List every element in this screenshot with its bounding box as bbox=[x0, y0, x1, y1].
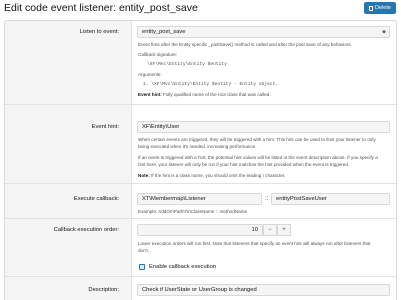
arguments-label: Arguments: bbox=[138, 72, 162, 77]
event-hint-note-bold: Note: bbox=[138, 173, 150, 178]
edit-listener-form: Listen to event: entity_post_save ◆ Even… bbox=[4, 20, 397, 300]
event-description: Event fires after the Entity specific _p… bbox=[138, 42, 352, 47]
signature-label: Callback signature: bbox=[138, 52, 178, 57]
event-hint-desc-2: being executed when it's needed, increas… bbox=[138, 144, 257, 149]
row-divider bbox=[5, 276, 396, 277]
event-hint-help-text: Fully qualified name of the root class t… bbox=[163, 92, 271, 97]
form-labels-column bbox=[5, 21, 132, 300]
event-hint-desc-4: hint here, your listener will only be ru… bbox=[138, 162, 350, 167]
event-hint-help-bold: Event hint: bbox=[138, 92, 162, 97]
argument-1: 1. \XF\Mvc\Entity\Entity $entity - Entit… bbox=[143, 82, 279, 87]
description-input[interactable]: Check if UserState or UserGroup is chang… bbox=[137, 284, 390, 296]
callback-example: Example: AddOn\Path\To\ClassName :: meth… bbox=[138, 209, 248, 214]
callback-class-input[interactable]: XT\Membermap\Listener bbox=[137, 193, 262, 205]
trash-icon bbox=[369, 5, 374, 11]
event-hint-desc-1: When certain events are triggered, they … bbox=[138, 137, 376, 142]
delete-button[interactable]: Delete bbox=[364, 2, 396, 14]
row-divider bbox=[5, 104, 396, 105]
callback-signature: \XF\Mvc\Entity\Entity $entity bbox=[147, 62, 227, 67]
execution-order-desc-2: don't. bbox=[138, 248, 150, 253]
event-hint-label: Event hint: bbox=[91, 124, 119, 130]
row-divider bbox=[5, 218, 396, 219]
description-label: Description: bbox=[88, 287, 119, 293]
callback-method-input[interactable]: entityPostSaveUser bbox=[271, 193, 390, 205]
execute-callback-label: Execute callback: bbox=[73, 196, 119, 202]
event-hint-input[interactable]: XF\Entity\User bbox=[137, 121, 390, 133]
page-title: Edit code event listener: entity_post_sa… bbox=[4, 2, 198, 14]
chevron-down-icon: ◆ bbox=[382, 29, 386, 35]
delete-button-label: Delete bbox=[375, 5, 391, 11]
event-hint-help: Event hint: Fully qualified name of the … bbox=[138, 92, 271, 97]
execution-order-input[interactable]: 10 bbox=[137, 224, 263, 236]
execution-order-desc-1: Lower execution orders will run first. N… bbox=[138, 241, 371, 246]
event-select[interactable]: entity_post_save ◆ bbox=[137, 26, 390, 38]
enable-checkbox[interactable] bbox=[139, 264, 145, 270]
increment-button[interactable]: + bbox=[277, 224, 291, 236]
row-divider bbox=[5, 183, 396, 184]
page-header: Edit code event listener: entity_post_sa… bbox=[0, 0, 401, 20]
callback-separator: :: bbox=[265, 196, 269, 202]
execution-order-label: Callback execution order: bbox=[53, 227, 119, 233]
event-hint-desc-3: If an event is triggered with a hint, th… bbox=[138, 155, 378, 160]
enable-checkbox-label: Enable callback execution bbox=[149, 264, 217, 270]
listen-to-event-label: Listen to event: bbox=[79, 29, 119, 35]
event-hint-note: Note: If the hint is a class name, you s… bbox=[138, 173, 285, 178]
decrement-button[interactable]: − bbox=[263, 224, 277, 236]
event-select-value: entity_post_save bbox=[142, 29, 186, 35]
event-hint-note-text: If the hint is a class name, you should … bbox=[151, 173, 286, 178]
